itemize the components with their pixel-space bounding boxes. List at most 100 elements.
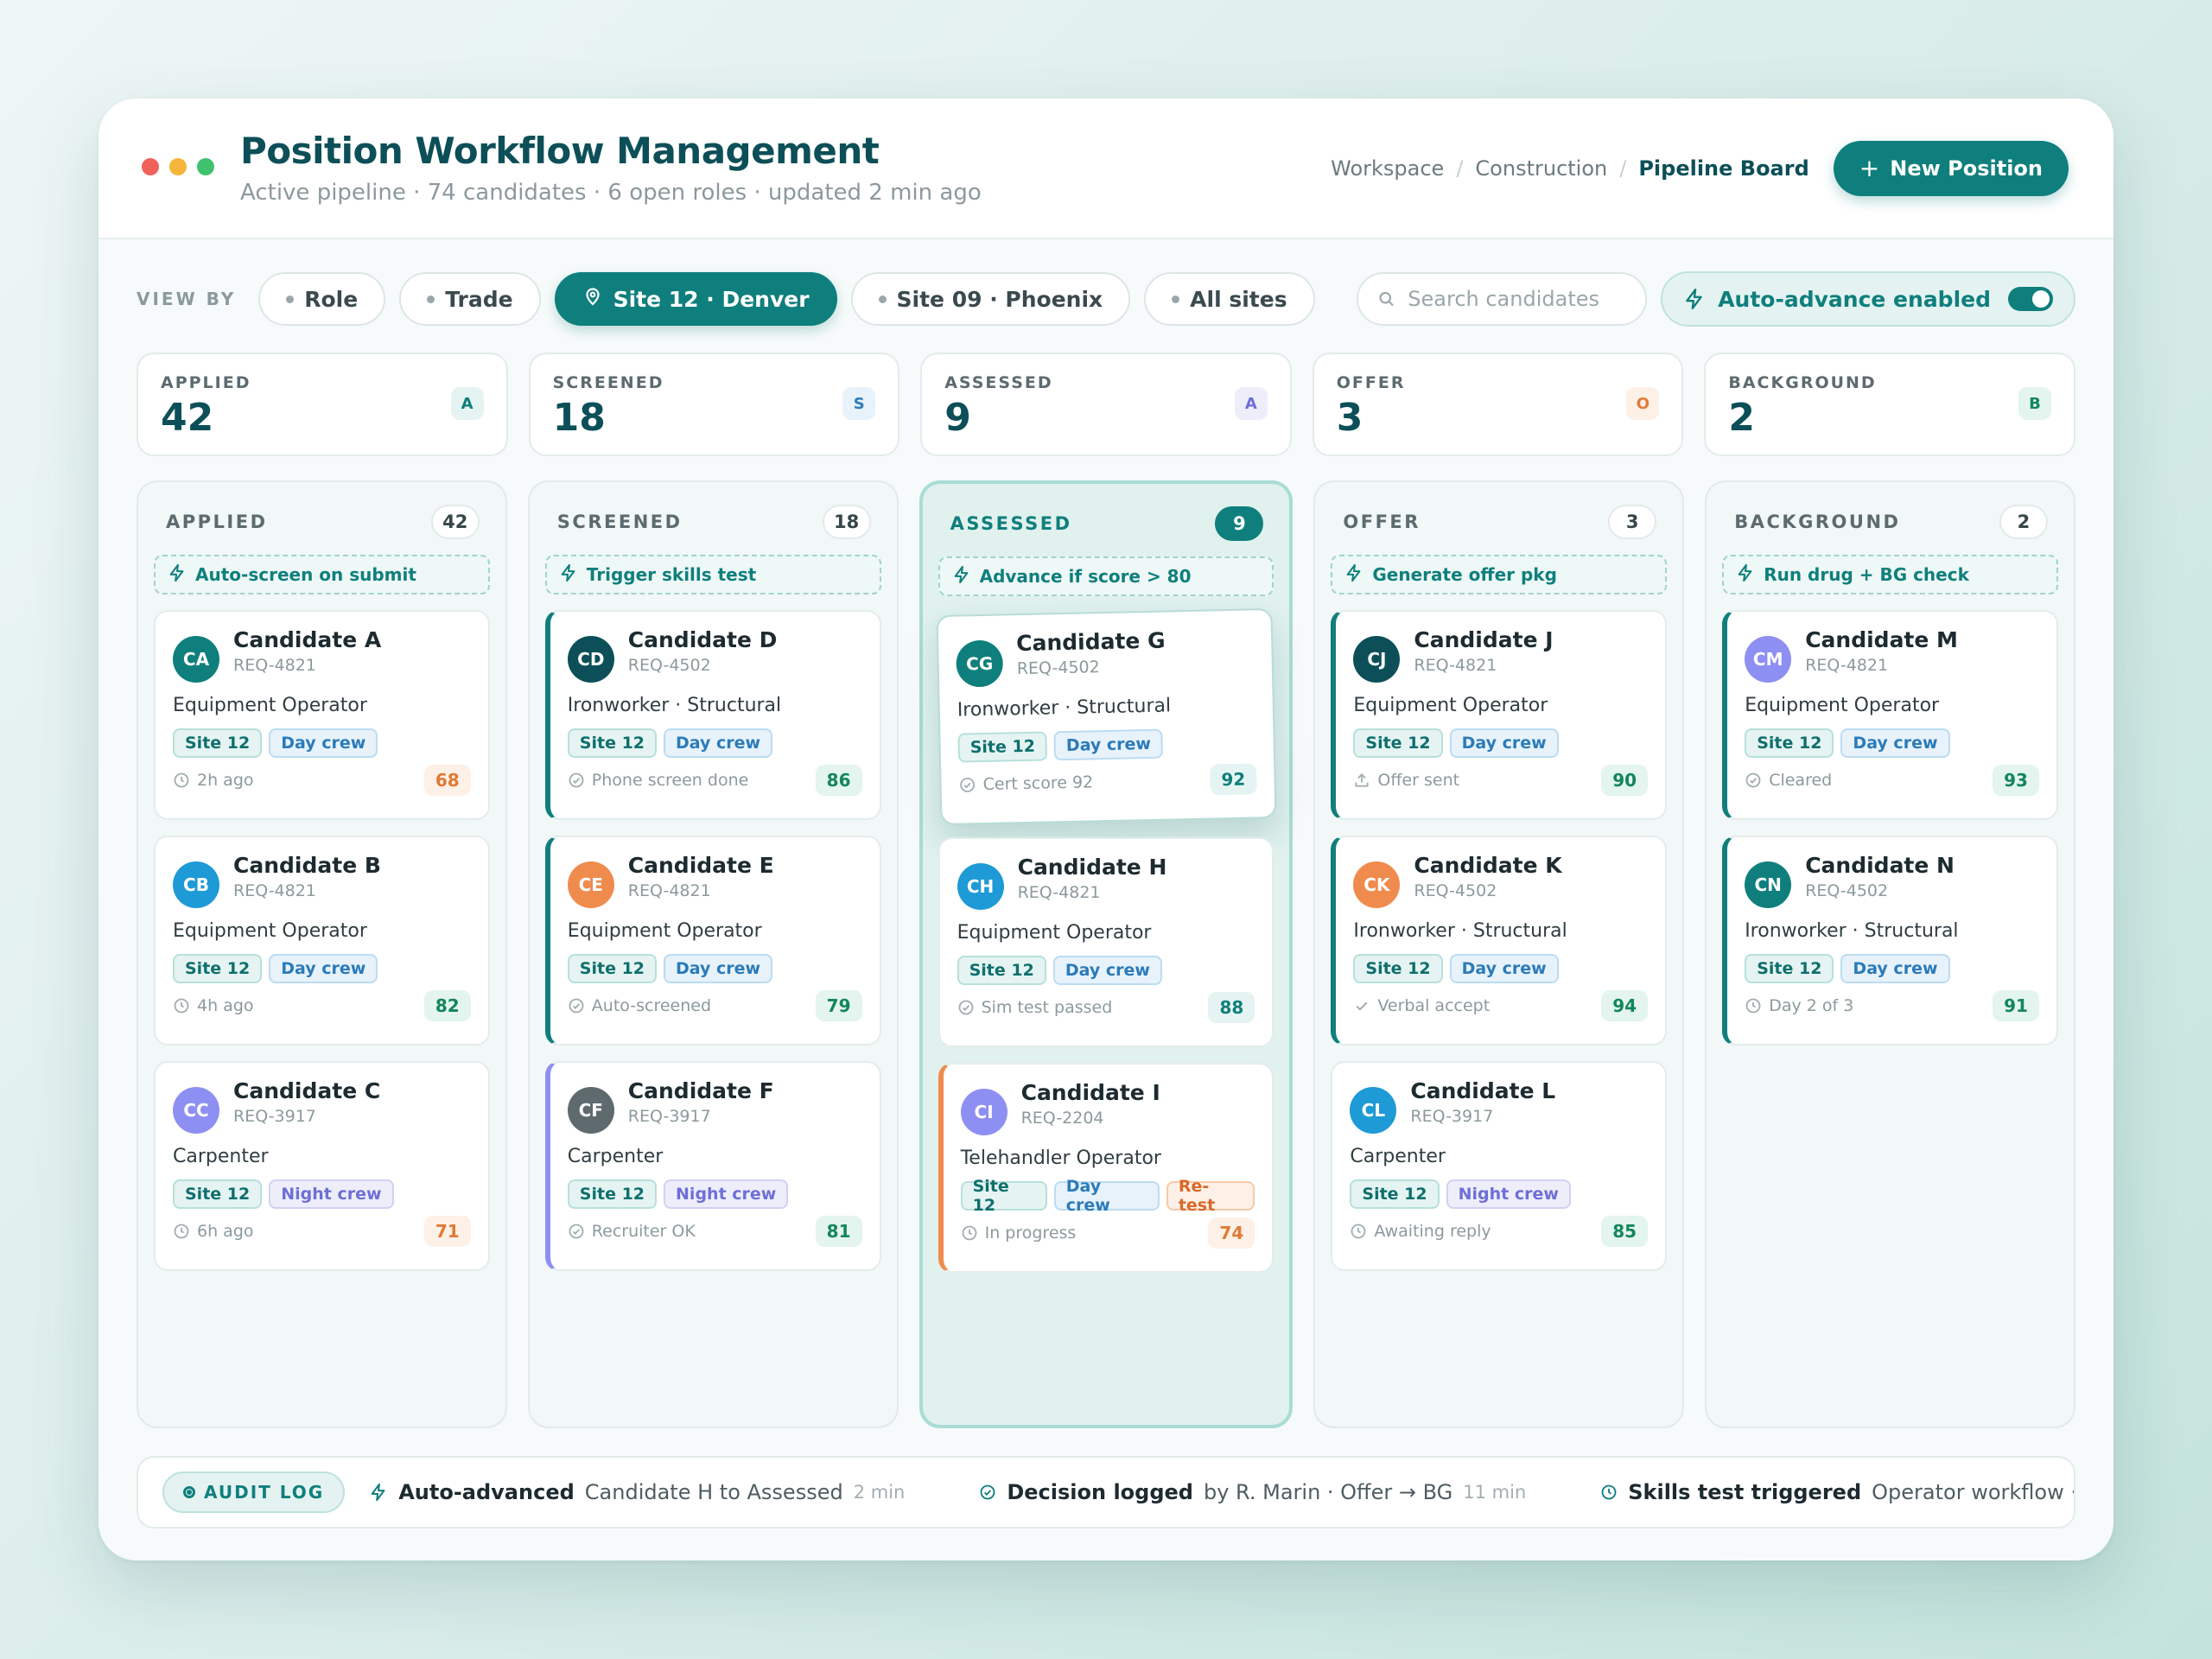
- automation-rule[interactable]: Generate offer pkg: [1331, 555, 1668, 594]
- candidate-role: Equipment Operator: [173, 920, 367, 942]
- view-chip-1[interactable]: Trade: [399, 272, 541, 326]
- column-header: BACKGROUND 2: [1722, 505, 2058, 539]
- view-chip-4[interactable]: All sites: [1144, 272, 1315, 326]
- avatar: CM: [1745, 636, 1792, 683]
- upload-icon: [1353, 772, 1370, 789]
- candidate-card[interactable]: CE Candidate E REQ-4821 Equipment Operat…: [544, 836, 881, 1046]
- bullet-icon: [286, 295, 295, 303]
- view-chip-label: Role: [304, 286, 359, 312]
- candidate-role: Carpenter: [567, 1146, 664, 1167]
- auto-advance-label: Auto-advance enabled: [1718, 286, 1991, 312]
- candidate-name: Candidate E: [627, 853, 774, 878]
- bolt-icon: [952, 565, 971, 588]
- clock-icon: [173, 772, 190, 789]
- card-footer: Offer sent 90: [1353, 765, 1649, 796]
- audit-events: Auto-advanced Candidate H to Assessed 2 …: [369, 1480, 2074, 1504]
- card-footer: Sim test passed 88: [957, 992, 1255, 1023]
- automation-rule-label: Generate offer pkg: [1372, 564, 1557, 585]
- avatar: CI: [960, 1089, 1007, 1135]
- location-pin-icon: [582, 286, 603, 312]
- automation-rule-label: Run drug + BG check: [1764, 564, 1969, 585]
- audit-event-title: Decision logged: [1007, 1480, 1193, 1504]
- bolt-icon: [1736, 563, 1755, 587]
- search-box[interactable]: [1357, 272, 1648, 326]
- auto-advance-switch[interactable]: [2008, 287, 2053, 311]
- clock-icon: [1600, 1484, 1618, 1501]
- clock-icon: [961, 1224, 978, 1242]
- check-circle-icon: [958, 776, 976, 793]
- close-window-dot[interactable]: [142, 157, 159, 175]
- breadcrumb-construction[interactable]: Construction: [1475, 156, 1607, 181]
- requisition-id: REQ-3917: [627, 1107, 711, 1126]
- audit-event[interactable]: Skills test triggered Operator workflow …: [1600, 1480, 2074, 1504]
- automation-rule[interactable]: Advance if score > 80: [938, 556, 1274, 596]
- stat-card: BACKGROUND 2 B: [1704, 353, 2075, 456]
- status-text: 4h ago: [197, 996, 254, 1015]
- audit-event[interactable]: Decision logged by R. Marin · Offer → BG…: [979, 1480, 1526, 1504]
- tag-list: Site 12 Day crew: [567, 954, 862, 983]
- tag: Day crew: [1449, 954, 1559, 983]
- candidate-card[interactable]: CA Candidate A REQ-4821 Equipment Operat…: [154, 610, 490, 820]
- candidate-card[interactable]: CK Candidate K REQ-4502 Ironworker · Str…: [1331, 836, 1668, 1046]
- card-footer: Auto-screened 79: [568, 990, 862, 1021]
- candidate-card[interactable]: CB Candidate B REQ-4821 Equipment Operat…: [154, 836, 490, 1046]
- candidate-card[interactable]: CF Candidate F REQ-3917 Carpenter Site 1…: [544, 1061, 881, 1271]
- card-status: Cleared: [1745, 771, 1832, 790]
- checkmark-icon: [1353, 997, 1370, 1014]
- stat-label: SCREENED: [552, 373, 664, 392]
- candidate-card[interactable]: CJ Candidate J REQ-4821 Equipment Operat…: [1331, 610, 1668, 820]
- card-header: CB Candidate B REQ-4821: [173, 853, 471, 908]
- automation-rule[interactable]: Run drug + BG check: [1722, 555, 2058, 594]
- candidate-name: Candidate A: [233, 627, 382, 652]
- status-text: Cleared: [1769, 771, 1833, 790]
- tag: Night crew: [1446, 1179, 1571, 1209]
- candidate-card[interactable]: CI Candidate I REQ-2204 Telehandler Oper…: [938, 1063, 1274, 1273]
- requisition-id: REQ-3917: [233, 1107, 316, 1126]
- column-assessed: ASSESSED 9 Advance if score > 80 CG Cand…: [918, 480, 1294, 1428]
- minimize-window-dot[interactable]: [169, 157, 187, 175]
- tag: Day crew: [664, 954, 773, 983]
- bullet-icon: [878, 295, 887, 303]
- candidate-role: Equipment Operator: [1353, 695, 1548, 716]
- candidate-card[interactable]: CN Candidate N REQ-4502 Ironworker · Str…: [1722, 836, 2058, 1046]
- avatar: CJ: [1353, 636, 1401, 683]
- audit-event[interactable]: Auto-advanced Candidate H to Assessed 2 …: [369, 1480, 905, 1504]
- tag: Day crew: [1840, 728, 1950, 758]
- automation-rule[interactable]: Auto-screen on submit: [154, 555, 490, 594]
- card-footer: Verbal accept 94: [1353, 990, 1649, 1021]
- tag: Day crew: [269, 954, 378, 983]
- candidate-card[interactable]: CD Candidate D REQ-4502 Ironworker · Str…: [544, 610, 881, 820]
- maximize-window-dot[interactable]: [197, 157, 214, 175]
- breadcrumb-pipeline-board[interactable]: Pipeline Board: [1638, 156, 1808, 181]
- candidate-card[interactable]: CH Candidate H REQ-4821 Equipment Operat…: [938, 837, 1274, 1047]
- breadcrumb-workspace[interactable]: Workspace: [1331, 156, 1444, 181]
- avatar: CA: [173, 636, 219, 683]
- status-text: Day 2 of 3: [1769, 996, 1854, 1015]
- view-chip-2[interactable]: Site 12 · Denver: [554, 272, 837, 326]
- audit-event-time: 2 min: [853, 1482, 906, 1503]
- tag: Re-test: [1166, 1177, 1255, 1215]
- automation-rule[interactable]: Trigger skills test: [544, 555, 881, 594]
- search-input[interactable]: [1408, 287, 1627, 311]
- new-position-button[interactable]: + New Position: [1833, 140, 2069, 196]
- candidate-card[interactable]: CL Candidate L REQ-3917 Carpenter Site 1…: [1331, 1061, 1668, 1271]
- card-status: 4h ago: [173, 996, 254, 1015]
- check-circle-icon: [979, 1484, 996, 1501]
- column-title: APPLIED: [166, 512, 268, 532]
- card-status: Awaiting reply: [1350, 1222, 1491, 1241]
- view-chip-3[interactable]: Site 09 · Phoenix: [850, 272, 1131, 326]
- status-text: Verbal accept: [1377, 996, 1491, 1015]
- status-text: Auto-screened: [591, 996, 712, 1015]
- tag: Day crew: [1052, 956, 1162, 985]
- avatar: CE: [567, 861, 614, 908]
- audit-log-button[interactable]: AUDIT LOG: [162, 1471, 346, 1513]
- auto-advance-toggle[interactable]: Auto-advance enabled: [1661, 271, 2075, 327]
- candidate-card[interactable]: CC Candidate C REQ-3917 Carpenter Site 1…: [154, 1061, 490, 1271]
- status-text: 6h ago: [197, 1222, 254, 1241]
- score-badge: 85: [1601, 1216, 1649, 1247]
- tag: Day crew: [1053, 1177, 1160, 1215]
- candidate-card[interactable]: CG Candidate G REQ-4502 Ironworker · Str…: [936, 607, 1276, 826]
- tag-list: Site 12 Day crew: [957, 727, 1255, 763]
- view-chip-0[interactable]: Role: [258, 272, 386, 326]
- candidate-card[interactable]: CM Candidate M REQ-4821 Equipment Operat…: [1722, 610, 2058, 820]
